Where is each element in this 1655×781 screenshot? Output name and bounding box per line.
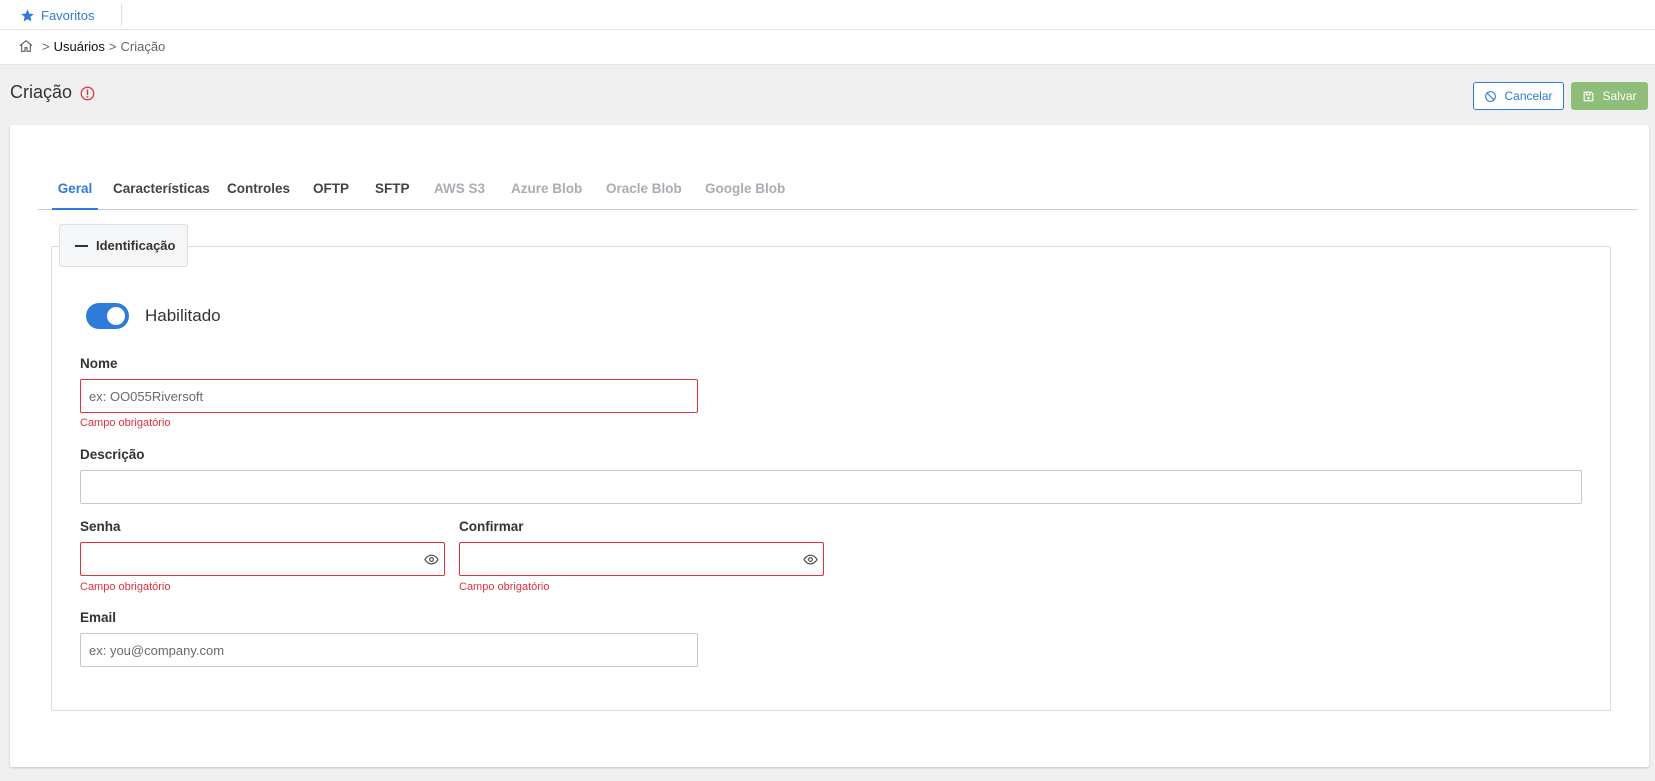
- confirm-error: Campo obrigatório: [459, 581, 550, 593]
- tab-caracteristicas[interactable]: Características: [113, 172, 210, 210]
- confirm-label: Confirmar: [459, 519, 524, 534]
- breadcrumb-bar: > Usuários > Criação: [0, 30, 1655, 65]
- enabled-toggle[interactable]: [86, 303, 129, 329]
- description-label: Descrição: [80, 447, 145, 462]
- tab-google-blob: Google Blob: [705, 181, 786, 196]
- save-button-label: Salvar: [1602, 89, 1637, 103]
- star-icon: [21, 8, 34, 21]
- enabled-label: Habilitado: [145, 306, 221, 325]
- tab-sftp[interactable]: SFTP: [375, 172, 410, 210]
- cancel-button-label: Cancelar: [1504, 89, 1553, 103]
- tab-azure-blob: Azure Blob: [511, 181, 583, 196]
- breadcrumb-separator: >: [42, 38, 50, 54]
- tab-oftp[interactable]: OFTP: [313, 172, 349, 210]
- password-field[interactable]: [80, 542, 445, 576]
- tab-aws-s3: AWS S3: [434, 181, 486, 196]
- tab-bar: Geral Características Controles OFTP SFT…: [38, 172, 1637, 210]
- top-bar: Favoritos: [0, 0, 1655, 30]
- ban-icon: [1485, 90, 1497, 102]
- alert-circle-icon: [80, 86, 95, 101]
- name-label: Nome: [80, 356, 118, 371]
- breadcrumb-current: Criação: [120, 38, 166, 54]
- page-title: Criação: [10, 82, 73, 102]
- topbar-divider: [121, 4, 122, 26]
- email-label: Email: [80, 610, 117, 625]
- breadcrumb-users[interactable]: Usuários: [54, 39, 105, 54]
- breadcrumb: > Usuários > Criação: [18, 38, 165, 54]
- cancel-button[interactable]: Cancelar: [1473, 82, 1564, 110]
- eye-icon[interactable]: [424, 552, 439, 567]
- email-field[interactable]: [80, 633, 698, 667]
- save-button[interactable]: Salvar: [1571, 82, 1648, 110]
- tab-geral[interactable]: Geral: [52, 172, 98, 210]
- toggle-knob: [107, 307, 125, 325]
- home-icon[interactable]: [18, 38, 34, 54]
- eye-icon[interactable]: [803, 552, 818, 567]
- favorites-link[interactable]: Favoritos: [20, 6, 94, 24]
- minus-icon: [75, 244, 88, 247]
- password-label: Senha: [80, 519, 121, 534]
- name-field[interactable]: [80, 379, 698, 413]
- floppy-disk-icon: [1584, 91, 1594, 101]
- section-title: Identificação: [96, 238, 176, 253]
- section-collapse-toggle[interactable]: Identificação: [59, 224, 188, 267]
- password-error: Campo obrigatório: [80, 581, 171, 593]
- tab-controles[interactable]: Controles: [227, 172, 290, 210]
- favorites-label: Favoritos: [41, 7, 95, 23]
- tab-oracle-blob: Oracle Blob: [606, 181, 682, 196]
- form-card: Geral Características Controles OFTP SFT…: [10, 125, 1649, 767]
- confirm-password-field[interactable]: [459, 542, 824, 576]
- breadcrumb-separator: >: [108, 38, 117, 54]
- description-field[interactable]: [80, 470, 1582, 504]
- name-error: Campo obrigatório: [80, 417, 171, 429]
